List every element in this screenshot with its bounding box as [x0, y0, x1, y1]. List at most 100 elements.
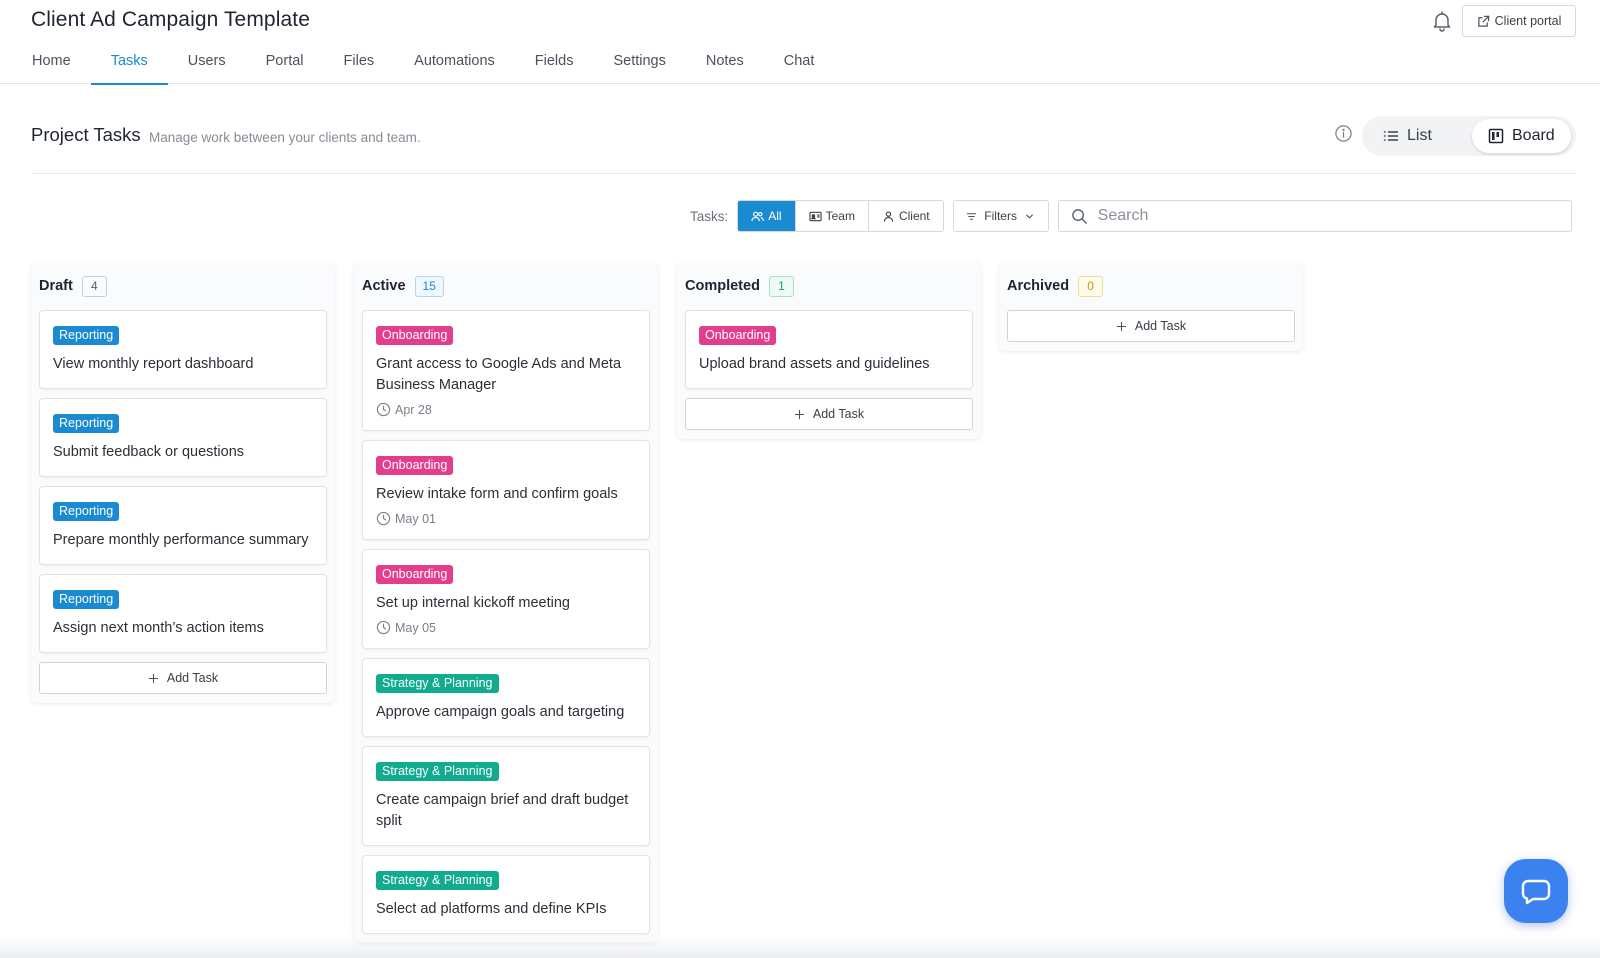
task-tag: Onboarding [376, 565, 454, 584]
task-card[interactable]: Reporting Assign next month’s action ite… [39, 574, 327, 653]
task-card[interactable]: Strategy & Planning Create campaign brie… [362, 746, 650, 846]
task-title: Assign next month’s action items [53, 620, 264, 636]
user-icon [883, 210, 894, 222]
list-icon [1383, 131, 1399, 141]
task-card[interactable]: Reporting View monthly report dashboard [39, 310, 327, 389]
due-date-text: May 05 [395, 620, 436, 635]
task-title: Set up internal kickoff meeting [376, 595, 570, 611]
list-view-button[interactable]: List [1367, 119, 1448, 153]
search-input[interactable] [1097, 207, 1538, 225]
tab-automations[interactable]: Automations [394, 44, 515, 84]
project-title: Client Ad Campaign Template [31, 8, 310, 31]
task-due-date: May 01 [376, 511, 636, 526]
clock-icon [376, 620, 391, 635]
page-title: Project Tasks [31, 124, 141, 145]
scope-all-button[interactable]: All [738, 201, 796, 231]
task-tag: Strategy & Planning [376, 762, 499, 781]
page-header: Project Tasks Manage work between your c… [31, 116, 1576, 174]
task-card[interactable]: Onboarding Review intake form and confir… [362, 440, 650, 540]
task-card[interactable]: Onboarding Grant access to Google Ads an… [362, 310, 650, 431]
scope-team-label: Team [825, 209, 855, 223]
tab-portal[interactable]: Portal [246, 44, 324, 84]
column-count-badge: 1 [768, 275, 794, 297]
board-column-active: Active 15 Onboarding Grant access to Goo… [354, 262, 658, 943]
task-card[interactable]: Reporting Prepare monthly performance su… [39, 486, 327, 565]
add-task-button[interactable]: Add Task [39, 662, 327, 694]
task-tag: Strategy & Planning [376, 871, 499, 890]
add-task-label: Add Task [1134, 319, 1187, 333]
tab-chat[interactable]: Chat [764, 44, 835, 84]
task-filter-bar: Tasks: All Team Client Filters [690, 200, 1572, 232]
scope-team-button[interactable]: Team [795, 201, 869, 231]
tab-tasks[interactable]: Tasks [90, 44, 168, 85]
task-tag: Strategy & Planning [376, 674, 499, 693]
task-tag: Reporting [53, 414, 120, 433]
filter-icon [967, 212, 977, 220]
add-task-button[interactable]: Add Task [1007, 310, 1295, 342]
bell-icon[interactable] [1430, 9, 1454, 33]
column-title: Completed [685, 278, 760, 294]
search-box [1057, 200, 1572, 232]
task-due-date: May 05 [376, 620, 636, 635]
scope-client-button[interactable]: Client [868, 201, 943, 231]
chat-bubble-icon [1521, 879, 1551, 905]
task-title: Approve campaign goals and targeting [376, 704, 625, 720]
due-date-text: Apr 28 [395, 402, 432, 417]
tab-fields[interactable]: Fields [515, 44, 594, 84]
scroll-fade [0, 935, 1600, 958]
tab-settings[interactable]: Settings [593, 44, 685, 84]
plus-icon [794, 409, 805, 419]
board-column-archived: Archived 0 Add Task [999, 262, 1303, 351]
column-count-badge: 15 [414, 275, 444, 297]
tab-users[interactable]: Users [168, 44, 246, 84]
column-count-badge: 0 [1078, 275, 1104, 297]
task-card[interactable]: Onboarding Set up internal kickoff meeti… [362, 549, 650, 649]
board-column-completed: Completed 1 Onboarding Upload brand asse… [677, 262, 981, 439]
task-tag: Reporting [53, 326, 120, 345]
clock-icon [376, 511, 391, 526]
task-title: Select ad platforms and define KPIs [376, 901, 607, 917]
view-toggle: List Board [1362, 116, 1576, 156]
board-column-draft: Draft 4 Reporting View monthly report da… [31, 262, 335, 703]
plus-icon [1116, 321, 1127, 331]
task-title: Grant access to Google Ads and Meta Busi… [376, 356, 622, 393]
task-scope-segment: All Team Client [737, 200, 944, 232]
tab-home[interactable]: Home [12, 44, 91, 84]
add-task-label: Add Task [166, 671, 219, 685]
add-task-button[interactable]: Add Task [685, 398, 973, 430]
filters-dropdown[interactable]: Filters [952, 200, 1049, 232]
task-card[interactable]: Strategy & Planning Select ad platforms … [362, 855, 650, 934]
external-link-icon [1477, 15, 1489, 27]
task-card[interactable]: Onboarding Upload brand assets and guide… [685, 310, 973, 389]
board-view-label: Board [1512, 127, 1555, 144]
task-title: Prepare monthly performance summary [53, 532, 309, 548]
tab-files[interactable]: Files [324, 44, 395, 84]
column-count-badge: 4 [81, 275, 107, 297]
task-title: Submit feedback or questions [53, 444, 245, 460]
chevron-down-icon [1026, 214, 1033, 218]
client-portal-button[interactable]: Client portal [1462, 5, 1576, 37]
task-title: Review intake form and confirm goals [376, 486, 618, 502]
task-card[interactable]: Strategy & Planning Approve campaign goa… [362, 658, 650, 737]
task-tag: Onboarding [699, 326, 777, 345]
board-view-button[interactable]: Board [1472, 119, 1571, 153]
top-bar: Client Ad Campaign Template Client porta… [0, 0, 1600, 85]
users-icon [751, 211, 765, 221]
task-tag: Onboarding [376, 456, 454, 475]
task-card[interactable]: Reporting Submit feedback or questions [39, 398, 327, 477]
chat-launcher-button[interactable] [1504, 859, 1568, 923]
main-tabs: Home Tasks Users Portal Files Automation… [12, 44, 835, 85]
tab-notes[interactable]: Notes [686, 44, 764, 84]
search-icon [1071, 208, 1087, 224]
task-due-date: Apr 28 [376, 402, 636, 417]
column-title: Archived [1007, 278, 1070, 294]
client-portal-label: Client portal [1494, 14, 1562, 28]
info-icon[interactable] [1334, 124, 1353, 143]
page-subtitle: Manage work between your clients and tea… [149, 130, 421, 145]
column-header: Completed 1 [685, 262, 973, 310]
task-title: Upload brand assets and guidelines [699, 356, 930, 372]
id-card-icon [808, 211, 822, 221]
task-title: Create campaign brief and draft budget s… [376, 792, 629, 829]
add-task-label: Add Task [812, 407, 865, 421]
due-date-text: May 01 [395, 511, 436, 526]
